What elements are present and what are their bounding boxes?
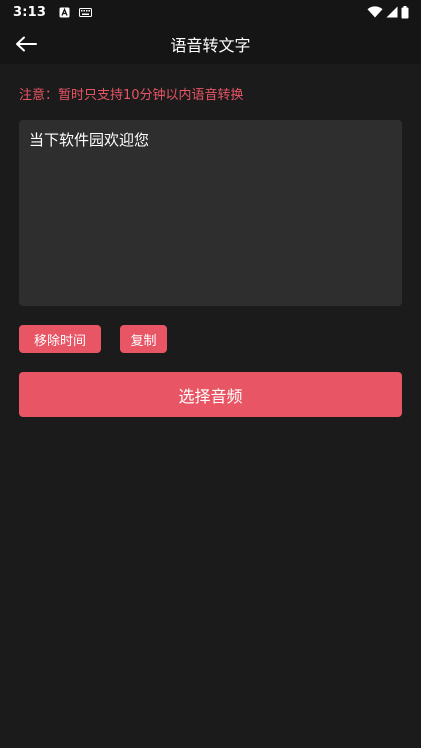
signal-icon [386, 6, 398, 18]
wifi-icon [367, 6, 383, 18]
remove-time-button[interactable]: 移除时间 [19, 325, 101, 353]
status-bar: 3:13 [0, 0, 421, 24]
page-title: 语音转文字 [170, 36, 251, 55]
copy-button[interactable]: 复制 [120, 325, 167, 353]
status-left-icons [59, 7, 93, 18]
app-bar: 语音转文字 [0, 24, 421, 64]
back-button[interactable] [12, 30, 40, 58]
status-time: 3:13 [13, 4, 47, 20]
status-right-icons [367, 5, 409, 19]
font-a-icon [59, 7, 70, 17]
select-audio-button[interactable]: 选择音频 [19, 372, 402, 417]
keyboard-icon [79, 7, 93, 17]
battery-icon [401, 5, 409, 18]
transcript-textarea[interactable]: 当下软件园欢迎您 [19, 120, 402, 306]
arrow-left-icon [16, 36, 37, 52]
notice-text: 注意：暂时只支持10分钟以内语音转换 [19, 88, 244, 103]
